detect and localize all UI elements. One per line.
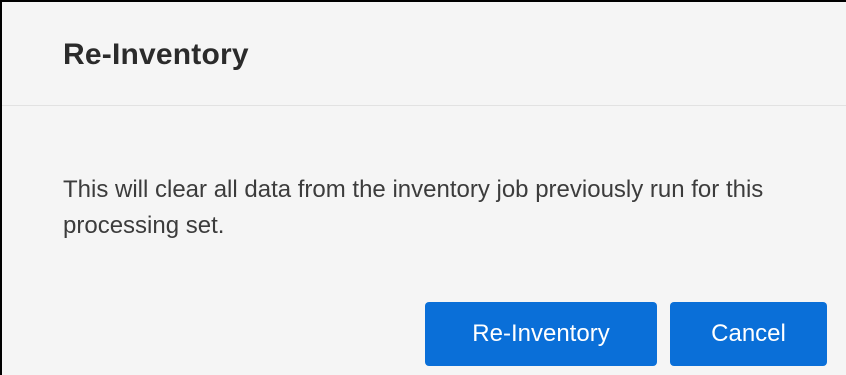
- cancel-button[interactable]: Cancel: [670, 302, 827, 366]
- dialog-header: Re-Inventory: [2, 2, 846, 106]
- re-inventory-dialog: Re-Inventory This will clear all data fr…: [0, 0, 846, 375]
- re-inventory-button[interactable]: Re-Inventory: [425, 302, 657, 366]
- dialog-title: Re-Inventory: [63, 38, 249, 71]
- dialog-message: This will clear all data from the invent…: [63, 176, 764, 239]
